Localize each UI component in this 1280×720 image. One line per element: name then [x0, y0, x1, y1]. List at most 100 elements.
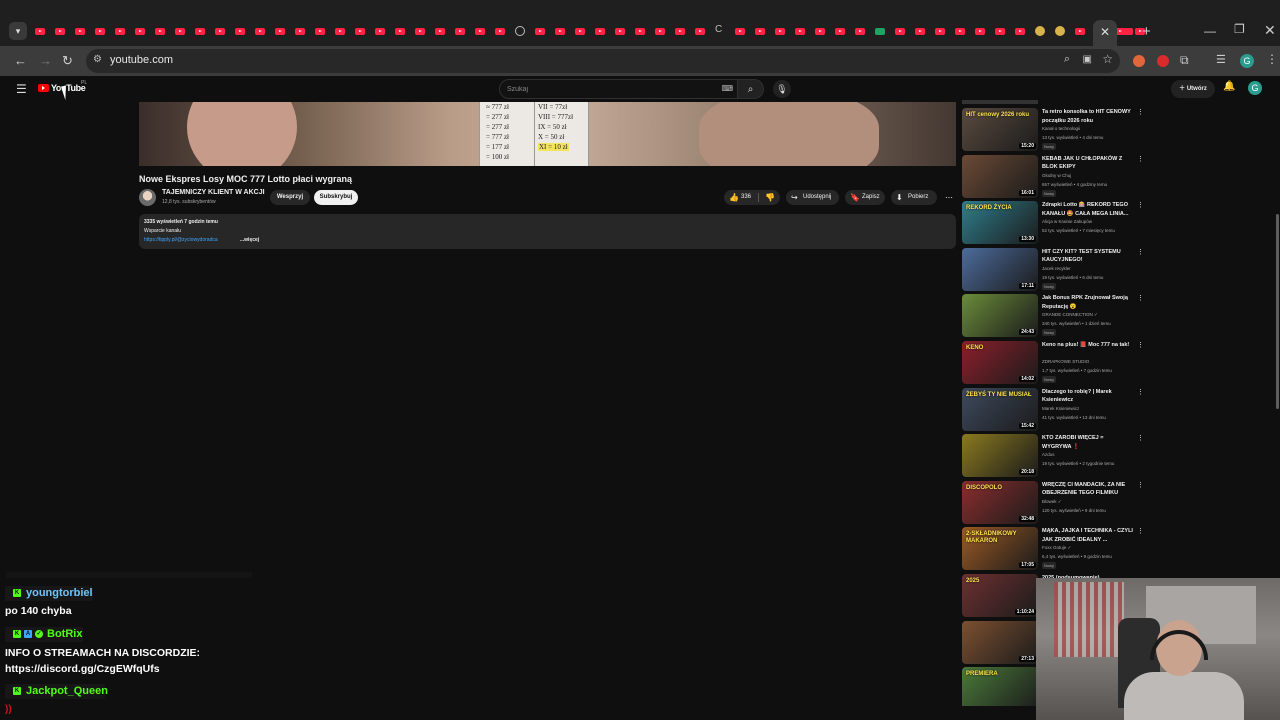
tab-favicon-icon[interactable] — [75, 28, 85, 35]
search-input[interactable] — [507, 83, 717, 95]
tab-favicon-icon[interactable] — [1015, 28, 1025, 35]
extensions-puzzle-icon[interactable]: ⧉ — [1180, 53, 1189, 68]
tab-favicon-icon[interactable] — [595, 28, 605, 35]
tab-favicon-icon[interactable] — [915, 28, 925, 35]
tab-favicon-icon[interactable] — [955, 28, 965, 35]
recommendation-item[interactable]: DISCOPOLO 32:48 WRĘCZĘ CI MANDACIK, ZA NIE… — [962, 480, 1152, 527]
recommendation-channel[interactable]: ZDRAPKOWE STUDIO — [1042, 359, 1089, 364]
recommendation-menu-icon[interactable]: ⋮ — [1137, 155, 1144, 163]
account-avatar[interactable]: G — [1248, 81, 1262, 95]
tab-favicon-icon[interactable] — [95, 28, 105, 35]
tab-favicon-icon[interactable] — [515, 26, 525, 36]
recommendation-channel[interactable]: Marek Ksieniewicz — [1042, 406, 1079, 411]
tab-favicon-icon[interactable] — [815, 28, 825, 35]
tab-favicon-icon[interactable] — [215, 28, 225, 35]
tab-favicon-icon[interactable] — [735, 28, 745, 35]
tab-youtube-favicon[interactable] — [1123, 28, 1133, 35]
recommendation-title[interactable]: Keno na plus! 📕 Moc 777 na tak! — [1042, 341, 1134, 350]
like-count[interactable]: 336 — [741, 190, 751, 205]
url-text[interactable]: youtube.com — [110, 54, 173, 66]
tab-search-dropdown[interactable]: ▾ — [9, 22, 27, 40]
new-tab-button[interactable]: + — [1142, 23, 1151, 40]
recommendation-thumbnail[interactable]: PREMIERA — [962, 667, 1038, 706]
dislike-thumb-icon[interactable]: 👎 — [765, 190, 775, 205]
tab-favicon-icon[interactable] — [975, 28, 985, 35]
reload-icon[interactable]: ↻ — [62, 53, 73, 69]
tab-favicon-icon[interactable] — [395, 28, 405, 35]
recommendation-thumbnail[interactable]: 24:43 — [962, 294, 1038, 338]
profile-avatar[interactable]: G — [1240, 54, 1254, 68]
tab-favicon-icon[interactable] — [635, 28, 645, 35]
recommendation-channel[interactable]: Alicja w Krainie Zakupów — [1042, 219, 1092, 224]
tab-favicon-icon[interactable] — [895, 28, 905, 35]
tab-favicon-icon[interactable] — [1035, 26, 1045, 36]
description-more-button[interactable]: ...więcej — [240, 237, 259, 243]
recommendation-item[interactable]: 20:18 KTO ZAROBI WIĘCEJ = WYGRYWA ❗ Azdus 1… — [962, 434, 1152, 480]
tab-favicon-icon[interactable] — [775, 28, 785, 35]
recommendation-item[interactable]: ŻEBYŚ TY NIE MUSIAŁ 15:42 Dlaczego to robi… — [962, 387, 1152, 434]
tab-favicon-icon[interactable] — [355, 28, 365, 35]
tab-favicon-icon[interactable] — [855, 28, 865, 35]
tab-favicon-icon[interactable] — [695, 28, 705, 35]
recommendation-item[interactable]: 2-SKŁADNIKOWY MAKARON 17:05 MĄKA, JAJKA I … — [962, 527, 1152, 573]
window-close-button[interactable]: ✕ — [1264, 22, 1276, 39]
recommendation-menu-icon[interactable]: ⋮ — [1137, 108, 1144, 116]
recommendation-title[interactable]: KEBAB JAK U CHŁOPAKÓW Z BLOK EKIPY — [1042, 155, 1134, 172]
bookmark-star-icon[interactable]: ☆ — [1102, 52, 1113, 66]
like-thumb-icon[interactable]: 👍 — [729, 190, 739, 205]
recommendation-menu-icon[interactable]: ⋮ — [1137, 294, 1144, 302]
adblock-extension-icon[interactable] — [1157, 55, 1169, 67]
tab-favicon-icon[interactable] — [295, 28, 305, 35]
tab-favicon-icon[interactable] — [335, 28, 345, 35]
recommendation-thumbnail[interactable]: 16:01 — [962, 154, 1038, 198]
tab-favicon-icon[interactable] — [835, 28, 845, 35]
share-button[interactable]: ↪ Udostępnij — [786, 190, 839, 205]
recommendation-channel[interactable]: Foxx Gotuje ✓ — [1042, 545, 1071, 551]
tab-favicon-icon[interactable] — [195, 28, 205, 35]
recommendation-channel[interactable]: Azdus — [1042, 452, 1055, 457]
hamburger-menu-icon[interactable]: ☰ — [16, 82, 27, 96]
tab-favicon-icon[interactable] — [55, 28, 65, 35]
tab-favicon-icon[interactable] — [275, 28, 285, 35]
recommendation-item[interactable]: REKORD ŻYCIA 13:30 Zdrapki Lotto 🎰 REKORD … — [962, 201, 1152, 247]
recommendation-thumbnail[interactable]: ŻEBYŚ TY NIE MUSIAŁ 15:42 — [962, 387, 1038, 431]
tab-favicon-icon[interactable] — [615, 28, 625, 35]
recommendation-title[interactable]: Jak Bonus RPK Zrujnował Swoją Reputację … — [1042, 294, 1134, 311]
recommendation-menu-icon[interactable]: ⋮ — [1137, 481, 1144, 489]
recommendation-thumbnail[interactable]: 17:11 — [962, 247, 1038, 291]
tab-favicon-icon[interactable] — [475, 28, 485, 35]
tab-favicon-icon[interactable] — [455, 28, 465, 35]
channel-name[interactable]: TAJEMNICZY KLIENT W AKCJI — [162, 189, 265, 196]
recommendation-title[interactable]: MĄKA, JAJKA I TECHNIKA - CZYLI JAK ZROBI… — [1042, 527, 1134, 544]
recommendation-menu-icon[interactable]: ⋮ — [1137, 248, 1144, 256]
tab-favicon-icon[interactable] — [315, 28, 325, 35]
forward-arrow-icon[interactable]: → — [39, 53, 52, 68]
tab-favicon-icon[interactable] — [495, 28, 505, 35]
video-player[interactable]: ≈ 777 zł VII = 77zł = 277 zł VIII = 777zł = … — [139, 102, 956, 166]
recommendation-menu-icon[interactable]: ⋮ — [1137, 201, 1144, 209]
tab-favicon-icon[interactable] — [415, 28, 425, 35]
tab-favicon-icon[interactable] — [175, 28, 185, 35]
tab-favicon-icon[interactable] — [235, 28, 245, 35]
download-button[interactable]: ⬇ Pobierz — [891, 190, 937, 205]
tab-favicon-icon[interactable] — [795, 28, 805, 35]
recommendation-menu-icon[interactable]: ⋮ — [1137, 341, 1144, 349]
tab-favicon-icon[interactable] — [575, 28, 585, 35]
tab-favicon-icon[interactable] — [755, 28, 765, 35]
search-box[interactable]: ⌨ — [499, 79, 738, 99]
tab-favicon-icon[interactable] — [1055, 26, 1065, 36]
zoom-icon[interactable]: ⌕ — [1064, 53, 1070, 66]
recommendation-item[interactable]: 16:01 KEBAB JAK U CHŁOPAKÓW Z BLOK EKIPY G… — [962, 154, 1152, 201]
back-arrow-icon[interactable]: ← — [14, 53, 27, 68]
recommendation-title[interactable]: KTO ZAROBI WIĘCEJ = WYGRYWA ❗ — [1042, 434, 1134, 451]
recommendation-channel[interactable]: Kanał o technologii — [1042, 126, 1080, 131]
notifications-bell-icon[interactable]: 🔔 — [1223, 81, 1235, 92]
tab-favicon-icon[interactable] — [875, 28, 885, 35]
save-button[interactable]: 🔖 Zapisz — [845, 190, 885, 205]
recommendation-thumbnail[interactable]: KENO 14:02 — [962, 341, 1038, 384]
search-button[interactable]: ⌕ — [738, 79, 764, 99]
tab-favicon-icon[interactable] — [135, 28, 145, 35]
address-bar[interactable]: ⚙ youtube.com ⌕ ▣ ☆ — [86, 49, 1120, 73]
tab-favicon-icon[interactable] — [35, 28, 45, 35]
youtube-logo-icon[interactable] — [38, 84, 49, 92]
